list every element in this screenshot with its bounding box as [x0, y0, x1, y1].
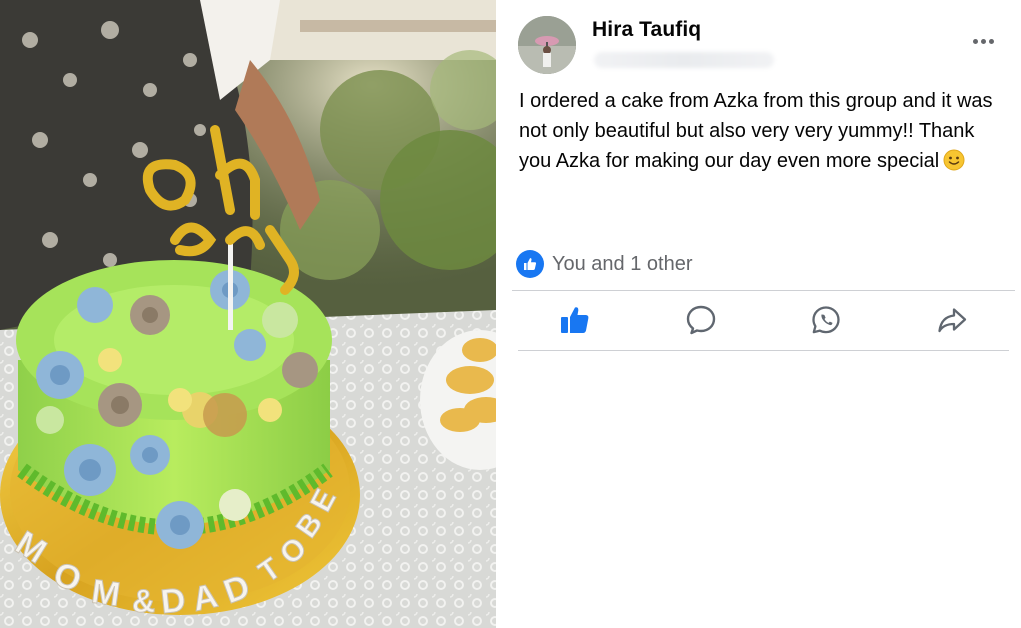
more-dot — [980, 38, 986, 44]
comment-button[interactable] — [638, 292, 764, 348]
board-amp: & — [132, 583, 155, 619]
author-name[interactable]: Hira Taufiq — [592, 18, 701, 42]
like-button[interactable] — [512, 292, 638, 348]
reactions-summary[interactable]: You and 1 other — [516, 250, 693, 278]
actions-divider-top — [512, 290, 1015, 291]
post-text: I ordered a cake from Azka from this gro… — [519, 90, 993, 172]
post-photo[interactable]: M O M & D A D T O B E — [0, 0, 496, 628]
smiling-face-icon — [943, 149, 965, 180]
avatar-photo-icon — [518, 16, 576, 74]
post-actions-bar — [512, 292, 1015, 348]
board-letter-d: D — [159, 581, 187, 621]
board-letter-m2: M — [89, 573, 122, 615]
post-body: I ordered a cake from Azka from this gro… — [519, 86, 1009, 180]
more-options-button[interactable] — [967, 30, 999, 52]
thumbs-up-icon — [560, 307, 589, 333]
post-meta-blurred — [594, 52, 774, 68]
post-content-panel: Hira Taufiq I ordered a cake from Azka f… — [496, 0, 1021, 628]
share-arrow-icon — [938, 308, 967, 333]
share-button[interactable] — [889, 292, 1015, 348]
author-avatar[interactable] — [518, 16, 576, 74]
facebook-post: M O M & D A D T O B E Hira Taufiq I orde… — [0, 0, 1021, 628]
reaction-count-text: You and 1 other — [552, 252, 693, 275]
whatsapp-share-button[interactable] — [764, 292, 890, 348]
whatsapp-icon — [812, 306, 841, 334]
more-dots-icon — [972, 38, 978, 44]
comment-bubble-icon — [686, 305, 715, 335]
cake-photo-illustration: M O M & D A D T O B E — [0, 0, 496, 628]
actions-divider-bottom — [518, 350, 1009, 351]
more-dot — [988, 38, 994, 44]
like-reaction-icon — [516, 250, 544, 278]
